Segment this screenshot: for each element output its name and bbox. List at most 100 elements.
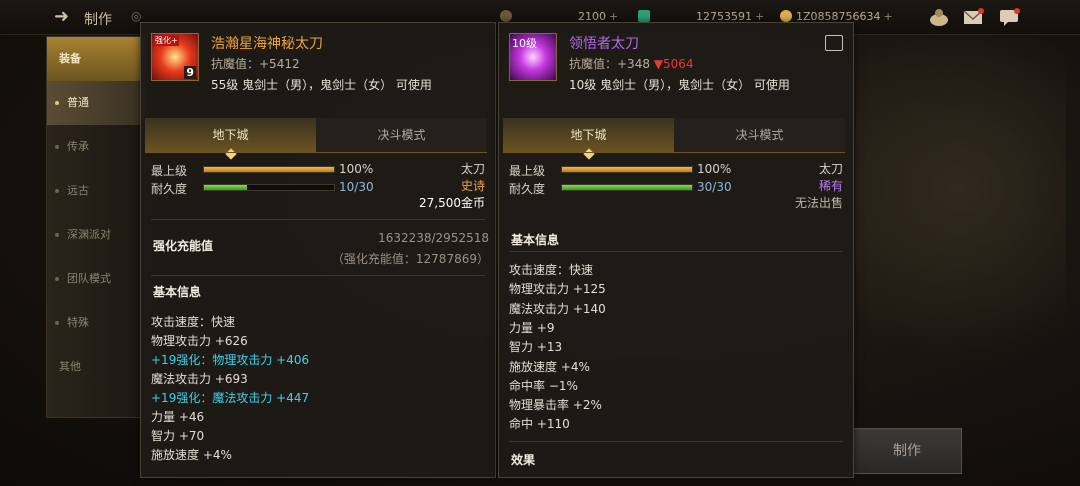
tab-pvp[interactable]: 决斗模式 <box>316 118 487 152</box>
stat-line: 施放速度 +4% <box>509 359 590 374</box>
grade-label: 最上级 <box>509 164 546 178</box>
durability-label: 耐久度 <box>509 182 546 196</box>
amp-sub-value: （强化充能值：12787869） <box>331 252 489 266</box>
stat-line: 物理攻击力 +125 <box>509 282 606 297</box>
stat-line: 攻击速度：快速 <box>509 263 594 277</box>
stat-line: 智力 +70 <box>151 429 205 443</box>
sidebar-item-other[interactable]: 其他 <box>47 345 145 389</box>
sidebar-item-label: 特殊 <box>67 316 89 329</box>
bullet-icon <box>55 233 59 237</box>
page-title: 制作 <box>84 12 112 28</box>
divider <box>151 219 485 220</box>
magic-resist: 抗魔值：+5412 <box>211 57 300 71</box>
amp-value: 1632238/2952518 <box>378 231 489 245</box>
craft-button[interactable]: 制作 <box>852 428 962 474</box>
eye-icon[interactable]: ◎ <box>131 9 147 23</box>
bullet-icon <box>55 277 59 281</box>
category-sidebar: 装备 普通 传承 远古 深渊派对 团队模式 特殊 其他 <box>46 36 146 418</box>
stat-line: 物理攻击力 +626 <box>151 334 248 348</box>
bullet-icon <box>55 321 59 325</box>
sidebar-item-label: 深渊派对 <box>67 228 111 241</box>
bullet-icon <box>55 145 59 149</box>
stat-line: +19强化：物理攻击力 +406 <box>151 353 310 367</box>
weapon-type: 太刀 <box>818 162 843 176</box>
resist-decrease: ▼5064 <box>653 57 694 71</box>
sidebar-item-label: 远古 <box>67 184 89 197</box>
usable-classes: 10级 鬼剑士（男），鬼剑士（女） 可使用 <box>569 78 790 92</box>
stat-line: 物理暴击率 +2% <box>509 398 602 413</box>
stat-line: 智力 +13 <box>509 340 563 355</box>
sidebar-item-special[interactable]: 特殊 <box>47 301 145 345</box>
bag-icon[interactable] <box>928 7 950 27</box>
sell-price: 27,500金币 <box>419 196 485 210</box>
sidebar-item-label: 装备 <box>59 52 81 65</box>
sidebar-item-label: 传承 <box>67 140 89 153</box>
mode-tabs: 地下城 决斗模式 <box>503 118 845 152</box>
stat-line: 施放速度 +4% <box>151 448 232 462</box>
sidebar-item-label: 普通 <box>67 96 89 109</box>
sidebar-item-abyss[interactable]: 深渊派对 <box>47 213 145 257</box>
tab-divider <box>503 152 845 153</box>
plus-icon[interactable]: + <box>884 10 893 23</box>
bullet-icon <box>55 101 59 105</box>
share-icon[interactable] <box>825 35 843 51</box>
item-name: 浩瀚星海神秘太刀 <box>211 36 323 52</box>
stat-line: 命中 +110 <box>509 417 570 432</box>
magic-resist: 抗魔值：+348 ▼5064 <box>569 55 694 72</box>
rarity: 史诗 <box>460 179 485 193</box>
magic-resist-value: 抗魔值：+348 <box>569 57 650 71</box>
grade-value: 100% <box>339 162 374 176</box>
mail-icon[interactable] <box>962 7 984 27</box>
stat-line: 魔法攻击力 +693 <box>151 372 248 386</box>
divider <box>509 441 843 442</box>
basic-info-title: 基本信息 <box>511 233 560 247</box>
divider <box>509 251 843 252</box>
ribbon-label: 强化+ <box>154 35 179 46</box>
compare-item-tooltip: 10级 领悟者太刀 抗魔值：+348 ▼5064 10级 鬼剑士（男），鬼剑士（… <box>498 22 854 478</box>
durability-value: 10/30 <box>339 180 374 194</box>
item-icon: 10级 <box>509 33 557 81</box>
chat-icon[interactable] <box>998 7 1020 27</box>
durability-bar <box>203 184 335 191</box>
stat-line: +19强化：魔法攻击力 +447 <box>151 391 310 405</box>
coin-icon <box>500 10 512 22</box>
item-icon: 强化+ 9 <box>151 33 199 81</box>
rarity: 稀有 <box>818 179 843 193</box>
usable-classes: 55级 鬼剑士（男），鬼剑士（女） 可使用 <box>211 78 432 92</box>
divider <box>151 275 485 276</box>
mode-tabs: 地下城 决斗模式 <box>145 118 487 152</box>
sidebar-item-normal[interactable]: 普通 <box>47 81 145 125</box>
sidebar-item-label: 其他 <box>59 360 81 373</box>
tab-pvp[interactable]: 决斗模式 <box>674 118 845 152</box>
tab-dungeon[interactable]: 地下城 <box>145 118 316 152</box>
equipped-item-tooltip: 强化+ 9 浩瀚星海神秘太刀 抗魔值：+5412 55级 鬼剑士（男），鬼剑士（… <box>140 22 496 478</box>
sidebar-item-raid[interactable]: 团队模式 <box>47 257 145 301</box>
durability-value: 30/30 <box>697 180 732 194</box>
item-name: 领悟者太刀 <box>569 36 639 52</box>
grade-bar <box>203 166 335 173</box>
stat-line: 魔法攻击力 +140 <box>509 301 606 316</box>
sidebar-item-legacy[interactable]: 传承 <box>47 125 145 169</box>
tab-dungeon[interactable]: 地下城 <box>503 118 674 152</box>
amp-label: 强化充能值 <box>153 239 214 253</box>
grade-bar <box>561 166 693 173</box>
bullet-icon <box>55 189 59 193</box>
grade-value: 100% <box>697 162 732 176</box>
background-art <box>856 40 1066 410</box>
back-arrow-icon[interactable]: ➜ <box>54 6 76 28</box>
sidebar-item-label: 团队模式 <box>67 272 111 285</box>
stat-line: 力量 +46 <box>151 410 205 424</box>
sidebar-item-ancient[interactable]: 远古 <box>47 169 145 213</box>
durability-bar <box>561 184 693 191</box>
basic-info-title: 基本信息 <box>153 285 202 299</box>
stat-line: 命中率 −1% <box>509 378 578 393</box>
trade-status: 无法出售 <box>794 196 843 210</box>
gold-coin-icon <box>780 10 792 22</box>
effect-title: 效果 <box>511 453 536 467</box>
item-level-badge: 10级 <box>512 37 537 50</box>
durability-label: 耐久度 <box>151 182 188 196</box>
sidebar-item-equipment[interactable]: 装备 <box>47 37 145 81</box>
tab-divider <box>145 152 487 153</box>
stat-line: 力量 +9 <box>509 320 555 335</box>
grade-label: 最上级 <box>151 164 188 178</box>
